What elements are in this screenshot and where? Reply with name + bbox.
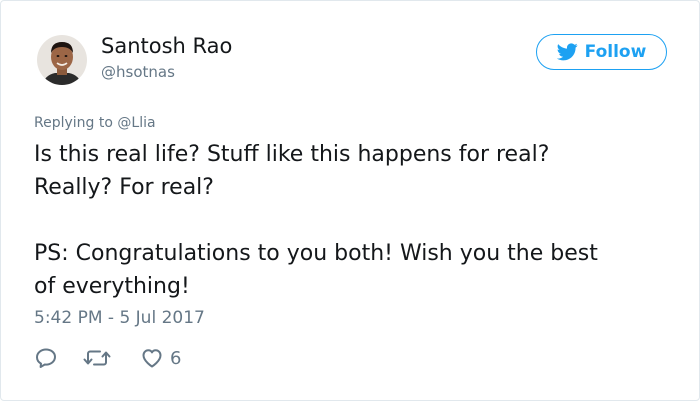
reply-icon <box>36 348 56 368</box>
like-button[interactable]: 6 <box>140 346 181 370</box>
tweet-text-line: PS: Congratulations to you both! Wish yo… <box>34 241 598 266</box>
action-bar: 6 <box>34 345 181 371</box>
tweet-card: Santosh Rao @hsotnas Follow Replying to … <box>0 0 700 401</box>
retweet-icon <box>83 350 111 366</box>
replying-to-mention[interactable]: @Llia <box>117 115 155 131</box>
like-count: 6 <box>170 347 182 369</box>
replying-to-prefix: Replying to <box>34 115 113 131</box>
avatar-image <box>37 35 87 85</box>
reply-button[interactable] <box>34 346 58 370</box>
tweet-text-line: Really? For real? <box>34 175 214 200</box>
avatar[interactable] <box>37 35 87 85</box>
tweet-text-line: of everything! <box>34 274 190 299</box>
author-name[interactable]: Santosh Rao <box>101 34 232 58</box>
retweet-button[interactable] <box>82 346 112 370</box>
twitter-bird-icon <box>556 43 578 61</box>
replying-to: Replying to @Llia <box>34 115 156 131</box>
follow-button[interactable]: Follow <box>536 34 667 70</box>
author-handle[interactable]: @hsotnas <box>101 63 175 81</box>
tweet-text-line: Is this real life? Stuff like this happe… <box>34 142 550 167</box>
heart-icon <box>142 349 162 368</box>
tweet-text: Is this real life? Stuff like this happe… <box>34 138 674 303</box>
timestamp[interactable]: 5:42 PM - 5 Jul 2017 <box>34 308 205 328</box>
follow-label: Follow <box>584 42 647 62</box>
